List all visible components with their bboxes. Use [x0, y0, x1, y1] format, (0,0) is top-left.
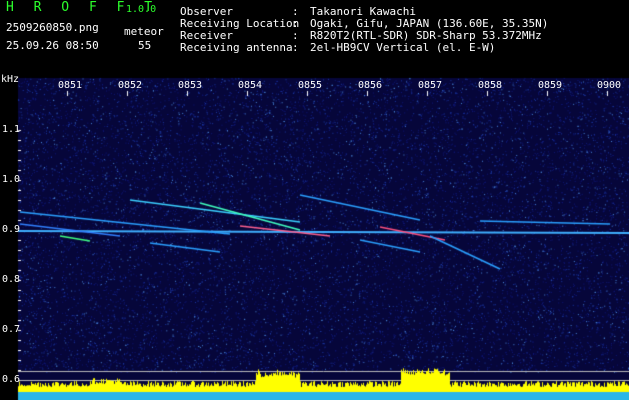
time-tick: 0900 [597, 80, 622, 91]
info-key: Receiving antenna [180, 41, 293, 54]
time-tick: 0852 [118, 80, 143, 91]
info-value: 2el-HB9CV Vertical (el. E-W) [310, 41, 496, 54]
time-tick: 0858 [478, 80, 503, 91]
spectrogram-canvas [0, 0, 629, 400]
time-tick: 0856 [358, 80, 383, 91]
time-tick: 0853 [178, 80, 203, 91]
freq-tick: 0.8 [2, 274, 21, 285]
freq-tick: 1.0 [2, 174, 21, 185]
freq-tick: 0.7 [2, 324, 21, 335]
time-tick: 0851 [58, 80, 83, 91]
y-axis-unit: kHz [1, 74, 20, 85]
freq-tick: 1.1 [2, 124, 21, 135]
time-tick: 0857 [418, 80, 443, 91]
time-tick: 0855 [298, 80, 323, 91]
datetime: 25.09.26 08:50 [6, 39, 99, 52]
time-tick: 0854 [238, 80, 263, 91]
freq-tick: 0.6 [2, 374, 21, 385]
time-tick: 0859 [538, 80, 563, 91]
info-separator: : [292, 41, 299, 54]
app-version: 1.0.0 [126, 4, 157, 15]
meteor-label: meteor [124, 25, 164, 38]
meteor-count: 55 [138, 39, 152, 52]
info-row-antenna: Receiving antenna: 2el-HB9CV Vertical (el… [180, 41, 495, 54]
file-name: 2509260850.png [6, 21, 99, 34]
freq-tick: 0.9 [2, 224, 21, 235]
